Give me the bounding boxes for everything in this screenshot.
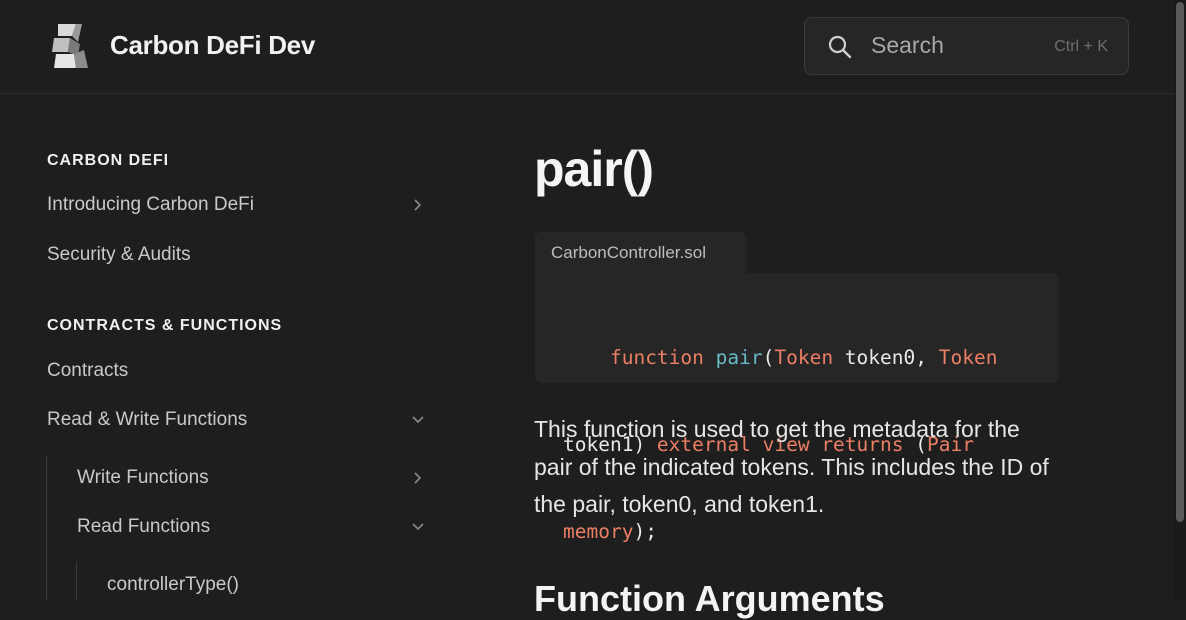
search-icon	[827, 34, 853, 60]
sidebar-item-introducing-carbon-defi[interactable]: Introducing Carbon DeFi	[47, 194, 437, 222]
page-title: pair()	[534, 141, 654, 197]
section-heading-function-arguments: Function Arguments	[534, 578, 885, 619]
code-token: function	[609, 346, 704, 369]
search-placeholder: Search	[871, 32, 944, 58]
chevron-right-icon[interactable]	[410, 470, 426, 486]
sidebar-section-title-carbon-defi: CARBON DEFI	[47, 152, 170, 169]
sidebar-item-contracts[interactable]: Contracts	[47, 360, 437, 388]
sidebar-item-label: Write Functions	[77, 467, 209, 488]
carbon-logo-icon[interactable]	[50, 22, 90, 70]
tree-guide-line	[46, 455, 47, 600]
sidebar-item-controller-type[interactable]: controllerType()	[107, 574, 437, 602]
top-header: Carbon DeFi Dev Search Ctrl + K	[0, 0, 1174, 94]
code-token: token0,	[833, 346, 939, 369]
page-scrollbar[interactable]	[1174, 0, 1186, 600]
sidebar-item-label: controllerType()	[107, 574, 239, 595]
code-token: Token	[938, 346, 998, 369]
sidebar-section-title-contracts-functions: CONTRACTS & FUNCTIONS	[47, 317, 283, 334]
search-shortcut-hint: Ctrl + K	[1054, 38, 1108, 55]
sidebar-item-read-write-functions[interactable]: Read & Write Functions	[47, 409, 437, 437]
site-title[interactable]: Carbon DeFi Dev	[110, 30, 315, 61]
chevron-right-icon[interactable]	[410, 197, 426, 213]
search-box[interactable]: Search Ctrl + K	[804, 17, 1129, 75]
code-token: Token	[774, 346, 834, 369]
sidebar-item-label: Security & Audits	[47, 244, 191, 265]
code-token: pair	[715, 346, 763, 369]
sidebar-item-label: Contracts	[47, 360, 129, 381]
sidebar-item-label: Read Functions	[77, 516, 211, 537]
sidebar-item-label: Introducing Carbon DeFi	[47, 194, 254, 215]
function-description: This function is used to get the metadat…	[534, 416, 1049, 517]
chevron-down-icon[interactable]	[410, 412, 426, 428]
code-block: function pair(Token token0, Token token1…	[535, 273, 1059, 543]
code-token: (	[762, 346, 775, 369]
code-line: function pair(Token token0, Token	[563, 343, 1059, 372]
sidebar-item-read-functions[interactable]: Read Functions	[77, 516, 437, 544]
chevron-down-icon[interactable]	[410, 519, 426, 535]
code-file-tab[interactable]: CarbonController.sol	[535, 232, 746, 274]
scrollbar-thumb[interactable]	[1176, 2, 1184, 522]
tree-guide-line	[76, 562, 77, 600]
sidebar-item-label: Read & Write Functions	[47, 409, 248, 430]
sidebar-item-write-functions[interactable]: Write Functions	[77, 467, 437, 495]
sidebar-item-security-audits[interactable]: Security & Audits	[47, 244, 437, 272]
